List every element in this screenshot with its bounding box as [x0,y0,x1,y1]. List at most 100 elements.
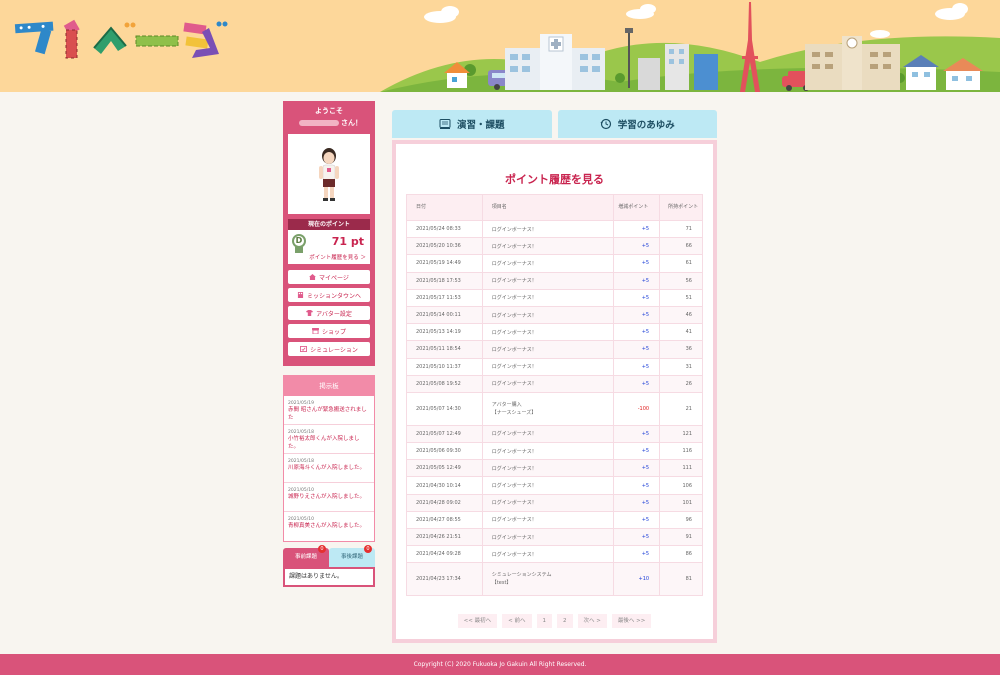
sidebar-item-simulation[interactable]: シミュレーション [288,342,370,356]
book-icon [439,119,451,129]
cell-item: アバター購入 【ナースシューズ】 [481,391,615,426]
table-row: 2021/05/11 18:54 ログインボーナス！ +5 36 [406,340,703,359]
table-row: 2021/05/07 14:30 アバター購入 【ナースシューズ】 -100 21 [406,391,703,426]
item-name: ログインボーナス！ [491,278,537,285]
page-title: ポイント履歴を見る [505,173,604,186]
cell-change: +5 [613,476,661,495]
avatar-figure-icon [319,148,339,201]
list-item[interactable]: 2021/05/10 青柳真美さんが入院しました。 [284,512,374,541]
main-tabs: 演習・課題 学習のあゆみ [392,110,717,138]
board-text: 川原海斗くんが入院しました。 [288,465,366,471]
history-icon [600,118,611,130]
table-row: 2021/05/24 08:33 ログインボーナス！ +5 71 [406,219,703,239]
table-row: 2021/05/18 17:53 ログインボーナス！ +5 56 [406,271,703,290]
tab-pre-task[interactable]: 事前課題 0 [283,545,329,567]
cell-held: 111 [659,459,703,478]
cell-change: +5 [613,442,661,461]
item-name: ログインボーナス！ [491,448,537,455]
table-row: 2021/05/10 11:37 ログインボーナス！ +5 31 [406,357,703,376]
table-row: 2021/05/06 09:30 ログインボーナス！ +5 116 [406,442,703,461]
sidebar-item-label: ミッションタウンへ [306,292,361,300]
cell-item: シミュレーションシステム 【test】 [481,562,615,597]
mypage-logo[interactable] [14,18,229,63]
board-text: 青柳真美さんが入院しました。 [288,523,366,529]
cell-item: ログインボーナス！ [481,340,615,359]
cell-change: +5 [613,527,661,547]
column-header-item: 項目名 [481,194,615,221]
tasks-panel: 事前課題 0 事後課題 0 課題はありません。 [283,545,375,587]
cell-date: 2021/04/23 17:34 [406,562,483,597]
item-name: シミュレーションシステム [491,572,552,579]
cell-date: 2021/05/19 14:49 [406,254,483,273]
item-detail: 【ナースシューズ】 [491,409,537,416]
table-row: 2021/05/13 14:19 ログインボーナス！ +5 41 [406,323,703,342]
post-task-count-badge: 0 [364,545,372,553]
cell-date: 2021/05/07 12:49 [406,424,483,444]
shirt-icon [306,310,314,316]
cell-date: 2021/05/14 00:11 [406,305,483,325]
tab-learning-history[interactable]: 学習のあゆみ [557,110,717,138]
tab-post-task[interactable]: 事後課題 0 [329,545,375,567]
simulation-icon [300,346,308,352]
table-header-row: 日付 項目名 増減ポイント 所持ポイント [406,194,703,221]
item-name: アバター購入 [491,401,522,408]
profile-panel: ようこそ さん！ 現在のポイント D 71 pt ポイント履歴を見る ＞ マイペ… [283,101,375,366]
name-suffix: さん！ [341,119,362,127]
list-item[interactable]: 2021/05/18 川原海斗くんが入院しました。 [284,454,374,483]
cell-item: ログインボーナス！ [481,424,615,444]
pager-page-1[interactable]: 1 [536,614,552,628]
table-body: 2021/05/24 08:33 ログインボーナス！ +5 71 2021/05/20 … [406,219,703,597]
rank-badge-icon: D [292,234,306,248]
cell-date: 2021/04/26 21:51 [406,527,483,547]
cell-held: 81 [659,562,703,597]
table-row: 2021/05/07 12:49 ログインボーナス！ +5 121 [406,424,703,444]
cell-held: 46 [659,305,703,325]
table-row: 2021/05/14 00:11 ログインボーナス！ +5 46 [406,305,703,325]
task-tabs: 事前課題 0 事後課題 0 [283,545,375,567]
pager-next[interactable]: 次へ > [577,614,607,628]
sidebar-item-avatar-settings[interactable]: アバター設定 [288,306,370,320]
item-name: ログインボーナス！ [491,226,537,233]
sidebar-item-mission-town[interactable]: ミッションタウンへ [288,288,370,302]
cell-held: 36 [659,340,703,359]
cell-change: +5 [613,271,661,290]
list-item[interactable]: 2021/05/18 小竹裕太郎くんが入院しました。 [284,425,374,454]
column-header-held: 所持ポイント [659,194,703,221]
cell-held: 21 [659,391,703,426]
cell-change: +5 [613,288,661,307]
cell-date: 2021/05/18 17:53 [406,271,483,290]
sidebar-item-mypage[interactable]: マイページ [288,270,370,284]
list-item[interactable]: 2021/05/19 赤間 昭さんが緊急搬送されました [284,396,374,425]
bulletin-board-title: 掲示板 [284,376,374,396]
pager-last[interactable]: 最後へ >> [611,614,652,628]
pager-page-2[interactable]: 2 [557,614,573,628]
list-item[interactable]: 2021/05/10 城野りえさんが入院しました。 [284,483,374,512]
cell-change: +5 [613,219,661,239]
cell-date: 2021/04/27 08:55 [406,510,483,530]
tab-exercises[interactable]: 演習・課題 [392,110,552,138]
cell-change: +5 [613,510,661,530]
tab-label: 演習・課題 [456,120,505,131]
cell-date: 2021/05/06 09:30 [406,442,483,461]
pager-first[interactable]: << 最初へ [457,614,498,628]
task-empty-message: 課題はありません。 [283,567,375,587]
cell-held: 91 [659,527,703,547]
sidebar-item-shop[interactable]: ショップ [288,324,370,338]
cell-change: +5 [613,340,661,359]
sidebar-item-label: シミュレーション [310,346,358,354]
points-box: D 71 pt ポイント履歴を見る ＞ [288,230,370,264]
page-header [0,0,1000,92]
cell-change: +5 [613,374,661,393]
cell-held: 116 [659,442,703,461]
table-row: 2021/04/26 21:51 ログインボーナス！ +5 91 [406,527,703,547]
cell-item: ログインボーナス！ [481,219,615,239]
cell-change: +5 [613,545,661,564]
item-name: ログインボーナス！ [491,551,537,558]
table-row: 2021/04/23 17:34 シミュレーションシステム 【test】 +10 81 [406,562,703,597]
cell-held: 121 [659,424,703,444]
points-history-link[interactable]: ポイント履歴を見る ＞ [309,253,366,261]
column-header-change: 増減ポイント [613,194,661,221]
cell-held: 71 [659,219,703,239]
cell-date: 2021/04/24 09:28 [406,545,483,564]
pager-prev[interactable]: < 前へ [502,614,532,628]
